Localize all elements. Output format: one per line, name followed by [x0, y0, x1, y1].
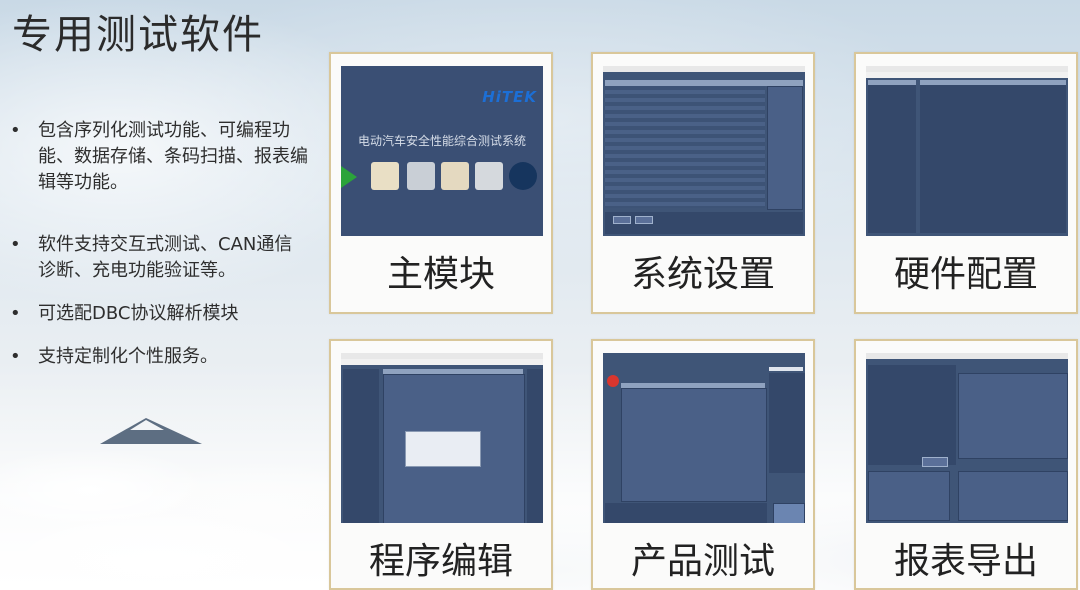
device-list	[868, 85, 916, 233]
card-product-test[interactable]: 产品测试	[591, 339, 815, 590]
feature-text: 支持定制化个性服务。	[38, 346, 218, 367]
play-icon	[341, 166, 357, 188]
feature-item: • 包含序列化测试功能、可编程功能、数据存储、条码扫描、报表编辑等功能。	[8, 118, 308, 196]
dialog-box[interactable]	[405, 431, 481, 467]
brand-logo: HiTEK	[482, 88, 537, 106]
program-edit-screenshot	[341, 353, 543, 523]
window-titlebar	[603, 66, 805, 72]
magnifier-icon	[441, 162, 469, 190]
filter-panel	[868, 365, 956, 465]
card-label: 报表导出	[893, 541, 1038, 582]
step-list	[343, 369, 379, 523]
feature-text: 可选配DBC协议解析模块	[38, 303, 239, 324]
settings-table	[605, 86, 765, 208]
card-system-settings[interactable]: 系统设置	[591, 52, 815, 314]
bullet-icon: •	[10, 120, 21, 141]
system-settings-screenshot	[603, 66, 805, 236]
card-label: 产品测试	[630, 541, 775, 582]
stop-icon[interactable]	[607, 375, 619, 387]
detail-panel	[958, 471, 1068, 521]
bullet-icon: •	[10, 346, 21, 367]
query-button[interactable]	[922, 457, 948, 467]
card-program-edit[interactable]: 程序编辑	[329, 339, 553, 590]
results-table	[621, 388, 767, 502]
card-main-module[interactable]: HiTEK 电动汽车安全性能综合测试系统 主模块	[329, 52, 553, 314]
background-mountain-snow	[130, 420, 164, 430]
toolbar-button[interactable]	[613, 216, 631, 224]
product-test-screenshot	[603, 353, 805, 523]
record-list	[868, 471, 950, 521]
globe-icon	[509, 162, 537, 190]
bullet-icon: •	[10, 303, 21, 324]
product-field[interactable]	[769, 367, 803, 371]
item-list	[769, 373, 805, 473]
toolbar-button[interactable]	[635, 216, 653, 224]
card-label: 硬件配置	[893, 254, 1038, 295]
feature-text: 软件支持交互式测试、CAN通信诊断、充电功能验证等。	[38, 234, 293, 281]
control-bar	[605, 503, 767, 523]
bullet-icon: •	[10, 234, 21, 255]
window-titlebar	[866, 353, 1068, 359]
feature-item: • 软件支持交互式测试、CAN通信诊断、充电功能验证等。	[8, 232, 308, 284]
house-icon	[475, 162, 503, 190]
card-label: 主模块	[386, 254, 495, 295]
status-panel	[773, 503, 805, 523]
config-panel	[920, 85, 1066, 233]
page-title: 专用测试软件	[12, 12, 264, 58]
window-menubar	[341, 359, 543, 365]
feature-text: 包含序列化测试功能、可编程功能、数据存储、条码扫描、报表编辑等功能。	[38, 120, 308, 193]
hardware-config-screenshot	[866, 66, 1068, 236]
window-menubar	[866, 72, 1068, 78]
splash-title: 电动汽车安全性能综合测试系统	[357, 134, 526, 148]
pencil-icon	[371, 162, 399, 190]
report-export-screenshot	[866, 353, 1068, 523]
report-list	[958, 373, 1068, 459]
card-report-export[interactable]: 报表导出	[854, 339, 1078, 590]
card-label: 程序编辑	[368, 541, 513, 582]
feature-item: • 支持定制化个性服务。	[8, 344, 308, 370]
main-module-screenshot: HiTEK 电动汽车安全性能综合测试系统	[341, 66, 543, 236]
card-label: 系统设置	[630, 254, 775, 295]
property-panel	[527, 369, 543, 523]
chain-icon	[407, 162, 435, 190]
side-panel	[767, 86, 803, 210]
feature-item: • 可选配DBC协议解析模块	[8, 301, 308, 327]
card-hardware-config[interactable]: 硬件配置	[854, 52, 1078, 314]
splash-screen: HiTEK 电动汽车安全性能综合测试系统	[341, 66, 543, 236]
